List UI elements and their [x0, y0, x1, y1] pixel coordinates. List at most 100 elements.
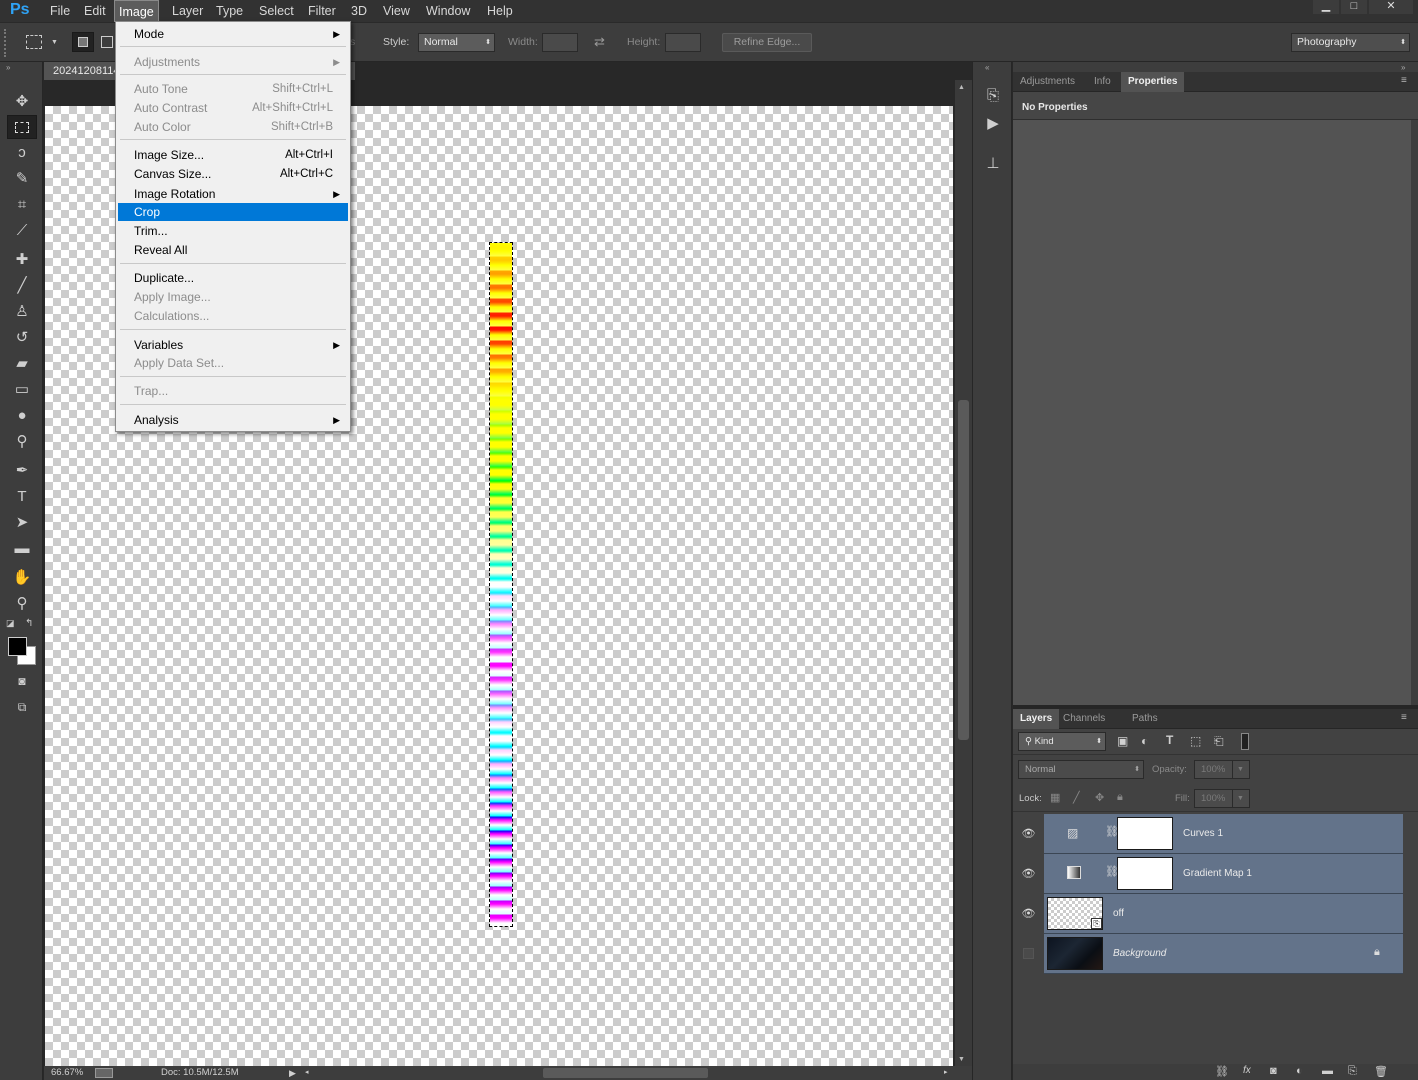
tool-presets-panel-icon[interactable]: ⊥	[981, 152, 1005, 176]
crop-icon[interactable]: ⌗	[7, 193, 37, 217]
lock-all-icon[interactable]: 🔒︎	[1117, 791, 1123, 804]
hand-icon[interactable]: ✋	[7, 566, 37, 590]
swap-icon[interactable]: ⇄	[594, 34, 605, 50]
refine-edge-button[interactable]: Refine Edge...	[722, 33, 812, 52]
menu-view[interactable]: View	[379, 0, 414, 22]
new-selection-button[interactable]	[72, 32, 94, 52]
layer-row[interactable]: Background 🔒︎	[1044, 934, 1403, 974]
scroll-down-icon[interactable]: ▼	[958, 1056, 965, 1063]
visibility-eye-icon[interactable]: 👁︎	[1013, 854, 1044, 894]
tab-channels[interactable]: Channels	[1056, 709, 1112, 729]
opacity-input[interactable]: 100%	[1194, 760, 1234, 779]
brush-icon[interactable]: ╱	[7, 274, 37, 298]
foreground-color-swatch[interactable]	[8, 637, 27, 656]
layer-filter-select[interactable]: ⚲ Kind ⬍	[1018, 732, 1106, 751]
image-menu-image-rotation[interactable]: Image Rotation ▶	[118, 185, 348, 203]
style-select[interactable]: Normal ⬍	[418, 33, 495, 52]
healing-brush-icon[interactable]: ✚	[7, 248, 37, 272]
properties-scrollbar[interactable]	[1411, 120, 1418, 705]
fx-icon[interactable]: fx	[1243, 1065, 1251, 1076]
lock-pixels-icon[interactable]: ╱	[1073, 791, 1080, 804]
menu-window[interactable]: Window	[422, 0, 474, 22]
vertical-scroll-thumb[interactable]	[958, 400, 969, 740]
workspace-select[interactable]: Photography ⬍	[1291, 33, 1410, 52]
image-menu-mode[interactable]: Mode ▶	[118, 25, 348, 43]
collapse-icon[interactable]: »	[6, 63, 10, 72]
fill-dropdown-icon[interactable]: ▼	[1232, 789, 1250, 808]
menu-3d[interactable]: 3D	[347, 0, 371, 22]
path-selection-icon[interactable]: ➤	[7, 511, 37, 535]
scroll-left-icon[interactable]: ◂	[305, 1066, 309, 1080]
lock-transparent-icon[interactable]: ▦	[1050, 791, 1060, 804]
filter-type-icon[interactable]: T	[1166, 733, 1173, 747]
default-colors-icon[interactable]: ◪	[6, 618, 15, 629]
image-menu-variables[interactable]: Variables ▶	[118, 336, 348, 354]
image-menu-reveal-all[interactable]: Reveal All	[118, 241, 348, 259]
new-group-icon[interactable]: ▬	[1322, 1065, 1333, 1077]
layer-row[interactable]: ⛓︎ Gradient Map 1	[1044, 854, 1403, 894]
gradient-strip-selection[interactable]	[489, 242, 513, 927]
collapse-icon[interactable]: »	[1401, 63, 1405, 72]
minimize-icon[interactable]: ▁	[1313, 0, 1339, 14]
image-menu-auto-contrast[interactable]: Auto Contrast Alt+Shift+Ctrl+L	[118, 99, 348, 117]
marquee-preset-icon[interactable]	[26, 35, 42, 49]
blur-icon[interactable]: ●	[7, 404, 37, 428]
type-icon[interactable]: T	[7, 485, 37, 509]
clone-stamp-icon[interactable]: ♙	[7, 300, 37, 324]
opacity-dropdown-icon[interactable]: ▼	[1232, 760, 1250, 779]
image-menu-crop[interactable]: Crop	[118, 203, 348, 221]
eyedropper-icon[interactable]: ⟋	[7, 219, 37, 243]
tab-info[interactable]: Info	[1087, 72, 1118, 92]
menu-type[interactable]: Type	[212, 0, 247, 22]
lock-position-icon[interactable]: ✥	[1095, 791, 1104, 804]
new-layer-icon[interactable]: ⎘	[1348, 1065, 1357, 1078]
layer-thumbnail[interactable]	[1047, 937, 1103, 970]
close-icon[interactable]: ✕	[1369, 0, 1413, 14]
filter-toggle-icon[interactable]	[1241, 733, 1249, 750]
layer-thumbnail[interactable]: ⎘	[1047, 897, 1103, 930]
document-tab[interactable]: 20241208114	[44, 62, 116, 80]
history-brush-icon[interactable]: ↺	[7, 326, 37, 350]
scroll-right-icon[interactable]: ▸	[944, 1066, 948, 1080]
filter-smart-object-icon[interactable]: ⎗	[1214, 734, 1224, 749]
menu-edit[interactable]: Edit	[80, 0, 110, 22]
tab-adjustments[interactable]: Adjustments	[1013, 72, 1082, 92]
image-menu-duplicate[interactable]: Duplicate...	[118, 269, 348, 287]
filter-adjustment-icon[interactable]: ◐	[1141, 734, 1148, 748]
tab-properties[interactable]: Properties	[1121, 72, 1185, 92]
swap-colors-icon[interactable]: ↰	[25, 618, 33, 629]
actions-panel-icon[interactable]: ▶	[981, 112, 1005, 136]
image-menu-apply-data-set[interactable]: Apply Data Set...	[118, 354, 348, 372]
collapse-icon[interactable]: «	[985, 63, 989, 72]
gradient-icon[interactable]: ▭	[7, 378, 37, 402]
panel-menu-icon[interactable]: ≡	[1401, 75, 1407, 86]
status-preview-icon[interactable]	[95, 1068, 113, 1078]
image-menu-image-size[interactable]: Image Size... Alt+Ctrl+I	[118, 146, 348, 164]
zoom-level[interactable]: 66.67%	[51, 1066, 83, 1080]
image-menu-trim[interactable]: Trim...	[118, 222, 348, 240]
height-input[interactable]	[665, 33, 701, 52]
visibility-eye-icon[interactable]: 👁︎	[1013, 894, 1044, 934]
image-menu-calculations[interactable]: Calculations...	[118, 307, 348, 325]
layer-row[interactable]: ▨ ⛓︎ Curves 1	[1044, 814, 1403, 854]
layer-mask-thumbnail[interactable]	[1117, 817, 1173, 850]
add-mask-icon[interactable]: ◙	[1270, 1065, 1277, 1077]
link-layers-icon[interactable]: ⛓︎	[1215, 1065, 1229, 1078]
menu-layer[interactable]: Layer	[168, 0, 207, 22]
menu-select[interactable]: Select	[255, 0, 298, 22]
move-icon[interactable]: ✥	[7, 90, 37, 114]
maximize-icon[interactable]: □	[1341, 0, 1367, 14]
pen-icon[interactable]: ✒	[7, 459, 37, 483]
menu-image[interactable]: Image	[114, 0, 159, 22]
history-panel-icon[interactable]: ⎘	[981, 84, 1005, 108]
image-menu-canvas-size[interactable]: Canvas Size... Alt+Ctrl+C	[118, 165, 348, 183]
image-menu-analysis[interactable]: Analysis ▶	[118, 411, 348, 429]
visibility-eye-icon[interactable]: 👁︎	[1013, 814, 1044, 854]
lasso-icon[interactable]: ↄ	[7, 141, 37, 165]
horizontal-scroll-thumb[interactable]	[543, 1068, 708, 1078]
filter-shape-icon[interactable]: ⬚	[1190, 734, 1201, 748]
menu-help[interactable]: Help	[483, 0, 517, 22]
image-menu-trap[interactable]: Trap...	[118, 382, 348, 400]
tab-paths[interactable]: Paths	[1125, 709, 1165, 729]
eraser-icon[interactable]: ▰	[7, 352, 37, 376]
